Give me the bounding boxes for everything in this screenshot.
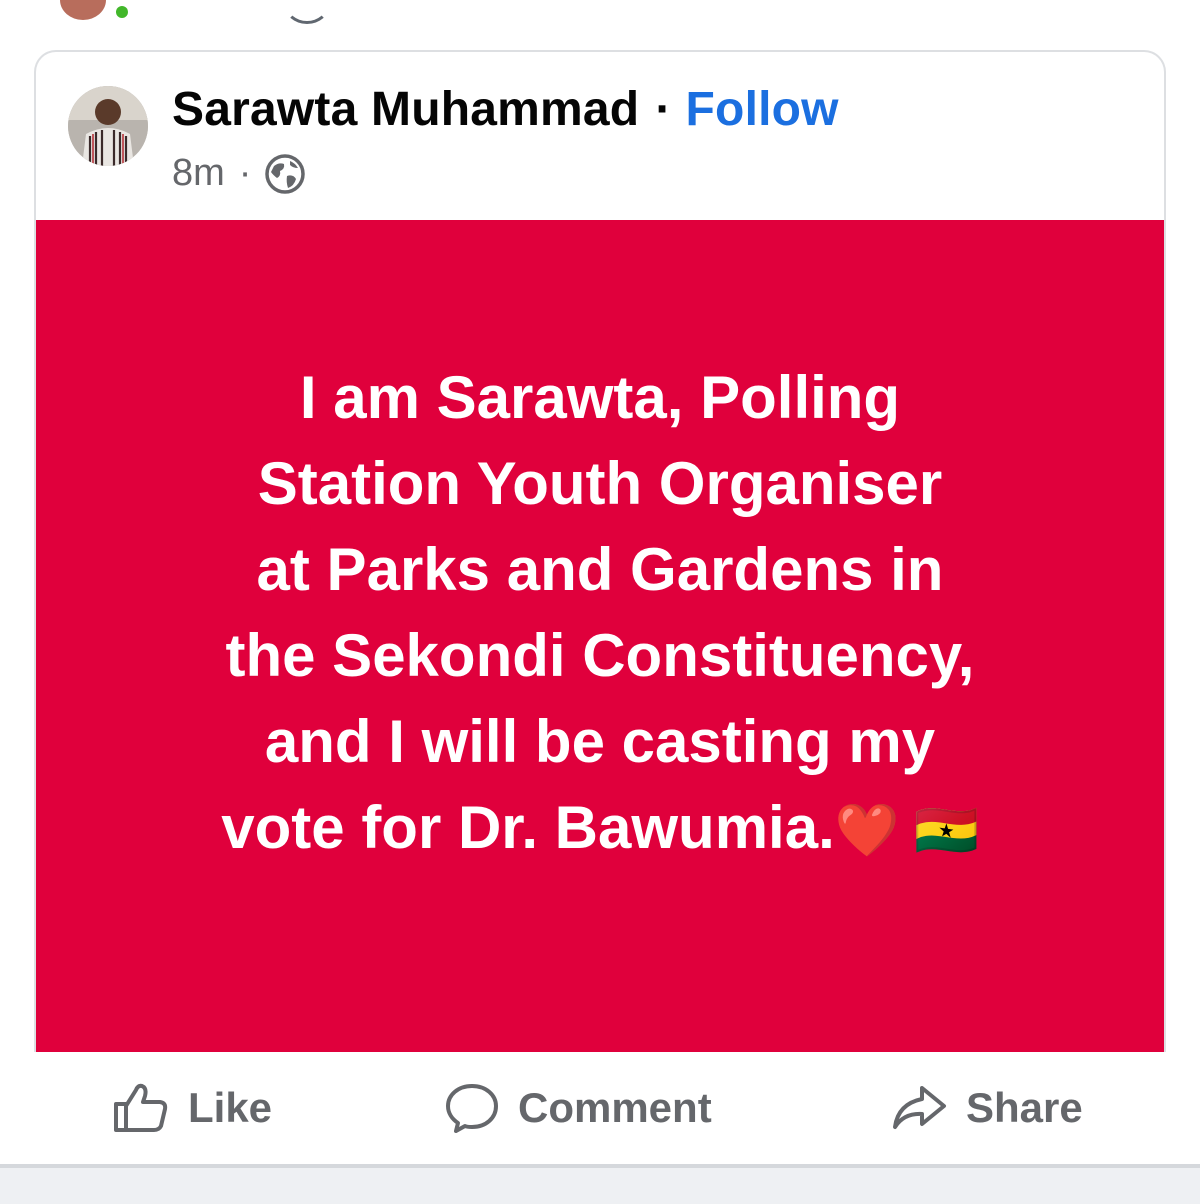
previous-post-remnant: [0, 0, 1200, 30]
online-indicator-partial: [116, 6, 128, 18]
post-action-bar: Like Comment Share: [0, 1054, 1200, 1164]
like-label: Like: [188, 1084, 273, 1131]
post-text: I am Sarawta, Polling Station Youth Orga…: [100, 355, 1100, 874]
share-label: Share: [966, 1084, 1083, 1131]
comment-icon-partial: [284, 0, 330, 24]
share-button[interactable]: Share: [890, 1082, 1083, 1134]
post-text-line: Station Youth Organiser: [257, 449, 943, 517]
dot-separator: ·: [655, 83, 672, 136]
share-arrow-icon: [893, 1086, 946, 1129]
post-background-text: I am Sarawta, Polling Station Youth Orga…: [36, 220, 1164, 1052]
post-text-line-last: vote for Dr. Bawumia.❤️ 🇬🇭: [100, 785, 1100, 874]
comment-button[interactable]: Comment: [444, 1082, 712, 1134]
post-card: Sarawta Muhammad · Follow 8m · I am Sarawt…: [34, 50, 1166, 1052]
follow-button[interactable]: Follow: [686, 83, 839, 136]
comment-label: Comment: [518, 1084, 712, 1131]
post-text-line: the Sekondi Constituency,: [225, 621, 975, 689]
globe-icon[interactable]: [265, 153, 306, 194]
heart-and-flag-emoji: ❤️ 🇬🇭: [834, 801, 979, 860]
thumbs-up-icon: [114, 1083, 168, 1132]
post-text-line: and I will be casting my: [264, 707, 936, 775]
like-button[interactable]: Like: [112, 1082, 272, 1134]
meta-separator: ·: [238, 152, 252, 194]
speech-bubble-icon: [446, 1084, 498, 1133]
post-text-line: vote for Dr. Bawumia.: [221, 793, 835, 861]
author-avatar[interactable]: [68, 86, 148, 166]
post-meta: 8m ·: [172, 152, 306, 195]
next-post-divider: [0, 1164, 1200, 1204]
post-text-line: at Parks and Gardens in: [256, 535, 944, 603]
post-timestamp[interactable]: 8m: [172, 152, 225, 195]
reaction-icon-partial: [60, 0, 106, 20]
author-line: Sarawta Muhammad · Follow: [172, 82, 839, 137]
post-header: Sarawta Muhammad · Follow 8m ·: [36, 52, 1164, 220]
author-name[interactable]: Sarawta Muhammad: [172, 83, 639, 136]
post-text-line: I am Sarawta, Polling: [299, 363, 901, 431]
